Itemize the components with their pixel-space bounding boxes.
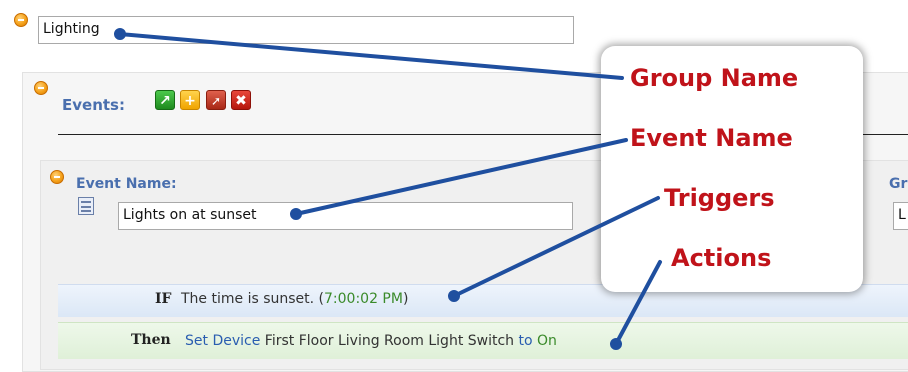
event-name-field[interactable]: Lights on at sunset	[118, 202, 573, 230]
add-icon[interactable]: +	[180, 90, 200, 110]
callout-actions: Actions	[671, 244, 772, 272]
event-name-label: Event Name:	[76, 176, 177, 192]
cursor-icon[interactable]: ➚	[206, 90, 226, 110]
action-text[interactable]: Set Device First Floor Living Room Light…	[185, 333, 557, 349]
action-device: First Floor Living Room Light Switch	[264, 333, 515, 349]
callout-group-name: Group Name	[630, 64, 799, 92]
group-select-field[interactable]: L	[893, 202, 908, 230]
notes-icon[interactable]	[78, 197, 94, 215]
group-select-label: Gr	[889, 176, 908, 192]
events-label: Events:	[62, 96, 125, 114]
group-name-field[interactable]: Lighting	[38, 16, 574, 44]
events-collapse-icon[interactable]	[34, 81, 48, 95]
event-collapse-icon[interactable]	[50, 170, 64, 184]
delete-icon[interactable]: ✖	[231, 90, 251, 110]
callout-event-name: Event Name	[630, 124, 793, 152]
run-icon[interactable]: ↗	[155, 90, 175, 110]
trigger-time: 7:00:02 PM	[324, 291, 403, 307]
group-collapse-icon[interactable]	[14, 13, 28, 27]
trigger-text[interactable]: The time is sunset. (7:00:02 PM)	[181, 291, 408, 307]
trigger-time-close: )	[402, 291, 409, 307]
action-state: On	[537, 333, 557, 349]
action-to: to	[518, 333, 533, 349]
callout-triggers: Triggers	[664, 184, 775, 212]
then-keyword: Then	[131, 332, 171, 348]
trigger-description: The time is sunset.	[181, 291, 315, 307]
action-link[interactable]: Set Device	[185, 333, 260, 349]
if-keyword: IF	[155, 291, 172, 307]
